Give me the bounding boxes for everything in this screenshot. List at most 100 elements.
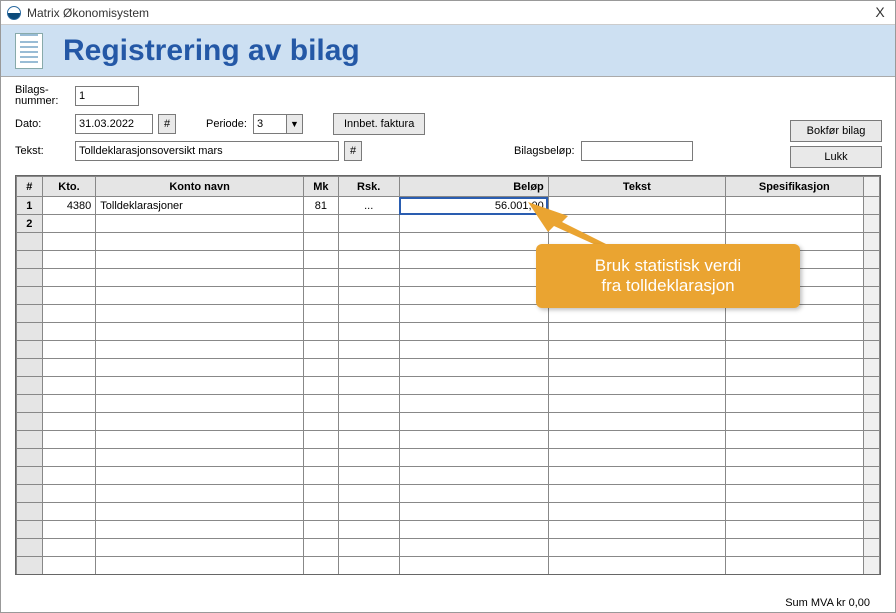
table-row[interactable] bbox=[17, 503, 880, 521]
cell-spesifikasjon[interactable] bbox=[726, 431, 864, 449]
cell-belop[interactable] bbox=[399, 269, 548, 287]
table-row[interactable] bbox=[17, 251, 880, 269]
cell-konto-navn[interactable] bbox=[96, 395, 304, 413]
cell-spesifikasjon[interactable] bbox=[726, 377, 864, 395]
cell-rsk[interactable] bbox=[338, 233, 399, 251]
cell-konto-navn[interactable] bbox=[96, 413, 304, 431]
cell-kto[interactable] bbox=[42, 305, 96, 323]
cell-belop[interactable] bbox=[399, 431, 548, 449]
cell-rsk[interactable] bbox=[338, 305, 399, 323]
cell-rsk[interactable] bbox=[338, 503, 399, 521]
cell-rsk[interactable] bbox=[338, 377, 399, 395]
cell-rsk[interactable] bbox=[338, 539, 399, 557]
cell-tekst[interactable] bbox=[548, 521, 725, 539]
chevron-down-icon[interactable]: ▼ bbox=[287, 114, 303, 134]
table-row[interactable] bbox=[17, 467, 880, 485]
cell-mk[interactable] bbox=[303, 215, 338, 233]
cell-spesifikasjon[interactable] bbox=[726, 413, 864, 431]
cell-spesifikasjon[interactable] bbox=[726, 269, 864, 287]
cell-spesifikasjon[interactable] bbox=[726, 287, 864, 305]
bilagsbelop-input[interactable] bbox=[581, 141, 693, 161]
cell-konto-navn[interactable] bbox=[96, 251, 304, 269]
cell-mk[interactable] bbox=[303, 251, 338, 269]
cell-belop[interactable] bbox=[399, 521, 548, 539]
cell-tekst[interactable] bbox=[548, 413, 725, 431]
cell-rsk[interactable] bbox=[338, 467, 399, 485]
cell-konto-navn[interactable] bbox=[96, 269, 304, 287]
cell-konto-navn[interactable] bbox=[96, 305, 304, 323]
cell-mk[interactable] bbox=[303, 503, 338, 521]
cell-tekst[interactable] bbox=[548, 431, 725, 449]
cell-tekst[interactable] bbox=[548, 233, 725, 251]
cell-konto-navn[interactable] bbox=[96, 341, 304, 359]
cell-belop[interactable] bbox=[399, 449, 548, 467]
table-row[interactable]: 14380Tolldeklarasjoner81...56.001,00 bbox=[17, 197, 880, 215]
cell-konto-navn[interactable] bbox=[96, 521, 304, 539]
cell-belop[interactable] bbox=[399, 539, 548, 557]
cell-tekst[interactable] bbox=[548, 197, 725, 215]
cell-kto[interactable] bbox=[42, 521, 96, 539]
cell-kto[interactable] bbox=[42, 359, 96, 377]
col-konto-navn[interactable]: Konto navn bbox=[96, 177, 304, 197]
table-row[interactable] bbox=[17, 233, 880, 251]
cell-spesifikasjon[interactable] bbox=[726, 197, 864, 215]
cell-konto-navn[interactable] bbox=[96, 233, 304, 251]
cell-rsk[interactable] bbox=[338, 251, 399, 269]
cell-konto-navn[interactable] bbox=[96, 467, 304, 485]
cell-mk[interactable]: 81 bbox=[303, 197, 338, 215]
bokfor-bilag-button[interactable]: Bokfør bilag bbox=[790, 120, 882, 142]
cell-kto[interactable] bbox=[42, 539, 96, 557]
col-kto[interactable]: Kto. bbox=[42, 177, 96, 197]
cell-belop[interactable] bbox=[399, 323, 548, 341]
cell-spesifikasjon[interactable] bbox=[726, 395, 864, 413]
cell-konto-navn[interactable] bbox=[96, 377, 304, 395]
col-spesifikasjon[interactable]: Spesifikasjon bbox=[726, 177, 864, 197]
cell-konto-navn[interactable] bbox=[96, 215, 304, 233]
table-row[interactable] bbox=[17, 305, 880, 323]
cell-belop[interactable] bbox=[399, 557, 548, 575]
cell-mk[interactable] bbox=[303, 413, 338, 431]
cell-konto-navn[interactable] bbox=[96, 503, 304, 521]
cell-spesifikasjon[interactable] bbox=[726, 449, 864, 467]
cell-mk[interactable] bbox=[303, 539, 338, 557]
cell-tekst[interactable] bbox=[548, 215, 725, 233]
cell-belop[interactable] bbox=[399, 359, 548, 377]
cell-tekst[interactable] bbox=[548, 377, 725, 395]
cell-belop[interactable] bbox=[399, 467, 548, 485]
dato-lookup-button[interactable]: # bbox=[158, 114, 176, 134]
cell-spesifikasjon[interactable] bbox=[726, 251, 864, 269]
cell-rsk[interactable] bbox=[338, 557, 399, 575]
cell-rsk[interactable] bbox=[338, 341, 399, 359]
cell-belop[interactable] bbox=[399, 215, 548, 233]
cell-spesifikasjon[interactable] bbox=[726, 521, 864, 539]
periode-select[interactable] bbox=[253, 114, 287, 134]
cell-tekst[interactable] bbox=[548, 449, 725, 467]
cell-belop[interactable] bbox=[399, 503, 548, 521]
cell-kto[interactable] bbox=[42, 557, 96, 575]
cell-belop[interactable] bbox=[399, 413, 548, 431]
cell-rsk[interactable] bbox=[338, 269, 399, 287]
cell-konto-navn[interactable] bbox=[96, 539, 304, 557]
cell-kto[interactable] bbox=[42, 251, 96, 269]
cell-mk[interactable] bbox=[303, 269, 338, 287]
cell-mk[interactable] bbox=[303, 557, 338, 575]
col-hash[interactable]: # bbox=[17, 177, 43, 197]
col-tekst[interactable]: Tekst bbox=[548, 177, 725, 197]
col-rsk[interactable]: Rsk. bbox=[338, 177, 399, 197]
cell-belop[interactable] bbox=[399, 251, 548, 269]
cell-konto-navn[interactable]: Tolldeklarasjoner bbox=[96, 197, 304, 215]
cell-konto-navn[interactable] bbox=[96, 449, 304, 467]
cell-spesifikasjon[interactable] bbox=[726, 233, 864, 251]
cell-rsk[interactable] bbox=[338, 323, 399, 341]
cell-rsk[interactable] bbox=[338, 413, 399, 431]
cell-kto[interactable] bbox=[42, 323, 96, 341]
table-row[interactable] bbox=[17, 449, 880, 467]
cell-konto-navn[interactable] bbox=[96, 557, 304, 575]
cell-tekst[interactable] bbox=[548, 323, 725, 341]
cell-kto[interactable] bbox=[42, 413, 96, 431]
cell-belop[interactable] bbox=[399, 341, 548, 359]
table-row[interactable]: 2 bbox=[17, 215, 880, 233]
cell-spesifikasjon[interactable] bbox=[726, 557, 864, 575]
cell-tekst[interactable] bbox=[548, 485, 725, 503]
cell-rsk[interactable] bbox=[338, 431, 399, 449]
